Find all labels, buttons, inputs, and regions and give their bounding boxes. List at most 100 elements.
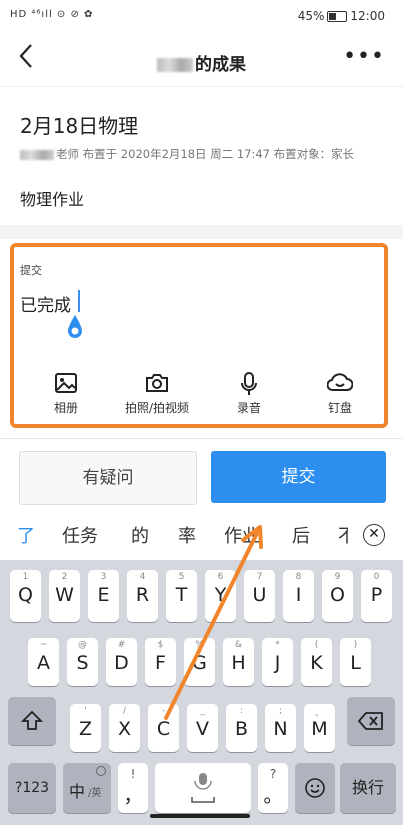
key-secondary-label: @: [78, 640, 87, 650]
language-key[interactable]: 中 /英: [63, 763, 111, 813]
key-label: W: [55, 584, 74, 606]
status-icons: HD ⁴⁶ıll ⊙ ⊘ ✿: [10, 9, 94, 20]
key-label: Y: [214, 584, 227, 606]
candidate-item[interactable]: 后: [292, 522, 310, 548]
cursor-handle-icon[interactable]: [66, 314, 84, 340]
assignment-meta: 老师 布置于 2020年2月18日 周二 17:47 布置对象：家长: [20, 146, 354, 162]
key-b[interactable]: :B: [226, 704, 257, 752]
key-label: N: [273, 718, 288, 740]
tool-camera[interactable]: 拍照/拍视频: [110, 372, 204, 416]
key-secondary-label: 7: [256, 572, 263, 582]
camera-icon: [110, 372, 204, 396]
close-candidates-icon[interactable]: ✕: [363, 524, 385, 546]
submit-button[interactable]: 提交: [211, 451, 386, 503]
key-m[interactable]: 、 M: [304, 704, 335, 752]
key-secondary-label: 9: [334, 572, 341, 582]
key-d[interactable]: # D: [106, 638, 137, 686]
tool-dingpan[interactable]: 钉盘: [310, 372, 370, 416]
key-c[interactable]: -C: [148, 704, 179, 752]
key-label: T: [175, 584, 188, 606]
key-secondary-label: 8: [295, 572, 302, 582]
key-k[interactable]: (K: [301, 638, 332, 686]
tool-album[interactable]: 相册: [36, 372, 96, 416]
candidate-item[interactable]: 作业: [224, 522, 260, 548]
assignment-task: 物理作业: [20, 190, 85, 209]
shift-icon: [21, 710, 43, 730]
candidate-item[interactable]: 率: [178, 522, 196, 548]
candidate-item[interactable]: 任务: [62, 522, 98, 548]
key-v[interactable]: _ V: [187, 704, 218, 752]
candidate-item[interactable]: 不: [338, 522, 348, 548]
section-divider: [0, 225, 403, 239]
globe-icon: [96, 766, 106, 776]
key-label: A: [37, 652, 50, 674]
key-secondary-label: 4: [139, 572, 146, 582]
key-a[interactable]: ~ A: [28, 638, 59, 686]
key-label: B: [234, 718, 249, 740]
battery-percent: 45%: [297, 9, 325, 23]
candidate-item[interactable]: 了: [17, 522, 35, 548]
numbers-key[interactable]: ?123: [8, 763, 56, 813]
key-t[interactable]: 5T: [166, 570, 197, 622]
key-secondary-label: -: [161, 706, 166, 716]
period-key[interactable]: ? 。: [258, 763, 288, 813]
key-w[interactable]: 2W: [49, 570, 80, 622]
key-label: Z: [78, 718, 93, 740]
emoji-key[interactable]: [295, 763, 335, 813]
key-r[interactable]: 4R: [127, 570, 158, 622]
key-secondary-label: 0: [373, 572, 380, 582]
key-g[interactable]: % G: [184, 638, 215, 686]
enter-key[interactable]: 换行: [340, 763, 396, 813]
more-button[interactable]: •••: [343, 44, 385, 69]
key-label: J: [274, 652, 281, 674]
key-e[interactable]: 3E: [88, 570, 119, 622]
key-u[interactable]: 7U: [244, 570, 275, 622]
key-z[interactable]: ' Z: [70, 704, 101, 752]
redacted-teacher: [20, 149, 54, 160]
shift-key[interactable]: [8, 697, 56, 745]
key-secondary-label: _: [200, 706, 205, 716]
key-x[interactable]: / X: [109, 704, 140, 752]
key-o[interactable]: 9O: [322, 570, 353, 622]
key-label: E: [97, 584, 110, 606]
key-secondary-label: ;: [278, 706, 283, 716]
key-n[interactable]: ; N: [265, 704, 296, 752]
key-label: C: [156, 718, 171, 740]
key-y[interactable]: 6Y: [205, 570, 236, 622]
candidate-item[interactable]: 的: [131, 522, 149, 548]
key-label: S: [76, 652, 89, 674]
key-s[interactable]: @ S: [67, 638, 98, 686]
microphone-icon: [220, 372, 278, 396]
key-secondary-label: (: [314, 640, 319, 650]
key-q[interactable]: 1Q: [10, 570, 41, 622]
answer-input[interactable]: 已完成: [20, 291, 71, 316]
key-l[interactable]: ) L: [340, 638, 371, 686]
key-f[interactable]: $ F: [145, 638, 176, 686]
key-secondary-label: $: [157, 640, 164, 650]
key-secondary-label: 1: [22, 572, 29, 582]
key-i[interactable]: 8I: [283, 570, 314, 622]
tool-record[interactable]: 录音: [220, 372, 278, 416]
key-p[interactable]: 0P: [361, 570, 392, 622]
key-h[interactable]: & H: [223, 638, 254, 686]
key-label: O: [330, 584, 345, 606]
key-label: I: [295, 584, 302, 606]
ime-candidate-bar: 了 任务 的 率 作业 后 不 ✕: [0, 514, 403, 558]
key-secondary-label: 5: [178, 572, 185, 582]
key-secondary-label: #: [117, 640, 126, 650]
space-key[interactable]: [155, 763, 251, 813]
key-secondary-label: %: [195, 640, 204, 650]
key-label: X: [117, 718, 132, 740]
key-j[interactable]: * J: [262, 638, 293, 686]
submission-label: 提交: [20, 264, 42, 277]
backspace-key[interactable]: [347, 697, 395, 745]
key-label: P: [370, 584, 383, 606]
key-label: H: [231, 652, 246, 674]
text-caret: [78, 290, 80, 312]
key-label: Q: [18, 584, 33, 606]
key-label: D: [114, 652, 129, 674]
comma-key[interactable]: ! ，: [118, 763, 148, 813]
question-button[interactable]: 有疑问: [19, 451, 197, 505]
backspace-icon: [358, 712, 383, 730]
key-secondary-label: 3: [100, 572, 107, 582]
